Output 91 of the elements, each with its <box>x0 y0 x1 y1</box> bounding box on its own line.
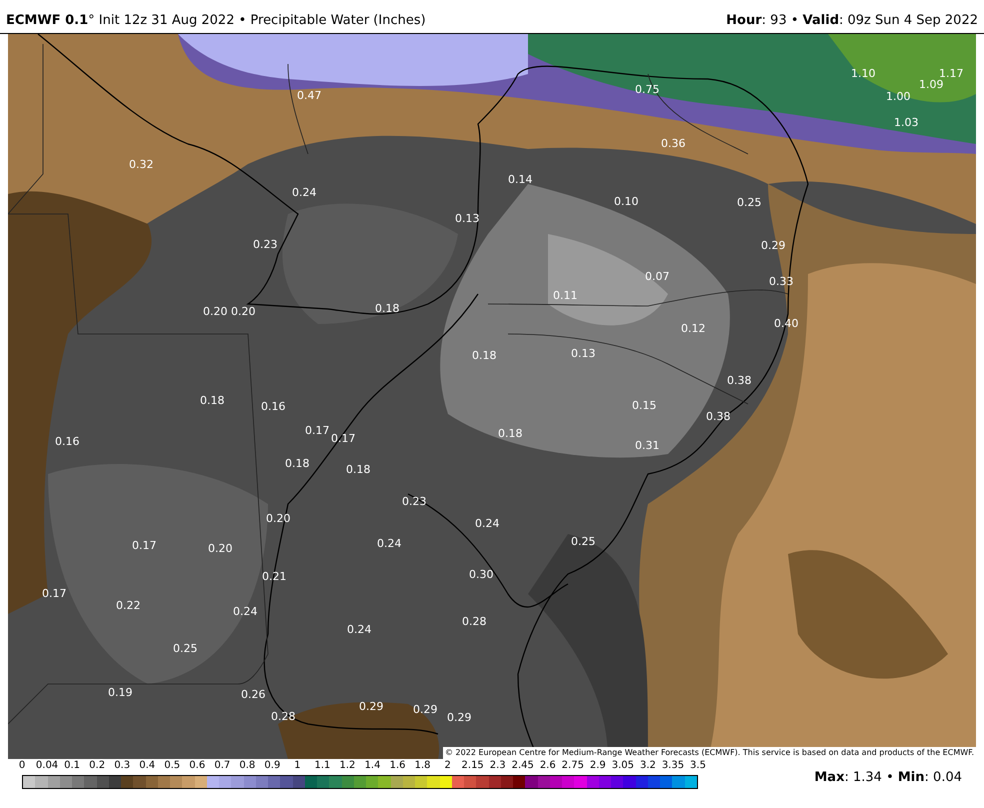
map-value-label: 0.15 <box>632 400 656 411</box>
map-value-label: 0.26 <box>241 689 266 700</box>
legend-tick-label: 2 <box>444 761 451 771</box>
legend-tick-label: 0 <box>18 761 26 771</box>
map-value-label: 0.13 <box>455 213 480 224</box>
map-value-label: 0.29 <box>413 704 438 715</box>
map-value-label: 0.23 <box>253 239 278 250</box>
map-value-label: 0.24 <box>377 538 402 549</box>
legend-tick-label: 3.2 <box>640 761 656 771</box>
map-value-label: 0.07 <box>645 271 670 282</box>
map-value-label: 0.75 <box>635 84 660 95</box>
map-value-label: 0.25 <box>737 197 762 208</box>
map-value-label: 0.24 <box>233 606 258 617</box>
map-value-label: 0.13 <box>571 348 596 359</box>
map-value-label: 1.09 <box>919 79 944 90</box>
legend-tick-label: 3.35 <box>662 761 684 771</box>
map-value-label: 1.03 <box>894 117 918 128</box>
map-value-label: 0.24 <box>475 518 500 529</box>
map-value-label: 0.17 <box>132 540 156 551</box>
legend-tick-label: 0.8 <box>239 761 256 771</box>
map-value-label: 0.20 <box>231 306 256 317</box>
legend-tick-label: 2.3 <box>490 761 506 771</box>
chart-title: ECMWF 0.1° Init 12z 31 Aug 2022 • Precipitable Water (Inches) <box>6 12 426 30</box>
map-value-label: 0.25 <box>571 536 596 547</box>
map-value-label: 0.16 <box>55 436 80 447</box>
legend-tick-label: 2.45 <box>512 761 534 771</box>
map-value-label: 0.20 <box>203 306 228 317</box>
map-value-label: 0.18 <box>200 395 224 406</box>
copyright-notice: © 2022 European Centre for Medium-Range Weather Forecasts (ECMWF). This service is based on data and products of the ECMWF. <box>443 747 976 759</box>
legend-tick-label: 1.4 <box>364 761 380 771</box>
legend-tick-label: 0.1 <box>64 761 80 771</box>
map-value-label: 0.14 <box>508 174 532 185</box>
legend-tick-label: 0.04 <box>36 761 58 771</box>
map-value-label: 0.18 <box>285 458 310 469</box>
map-value-label: 0.25 <box>173 643 198 654</box>
map-value-label: 0.38 <box>706 411 730 422</box>
map-value-label: 0.17 <box>331 433 356 444</box>
legend-tick-label: 1.1 <box>314 761 330 771</box>
map-value-label: 0.18 <box>472 350 496 361</box>
map-value-label: 0.16 <box>261 401 286 412</box>
map-value-label: 0.21 <box>262 571 286 582</box>
legend-tick-label: 0.6 <box>189 761 206 771</box>
map-value-label: 1.17 <box>939 68 964 79</box>
legend-tick-label: 1.6 <box>390 761 406 771</box>
map-value-label: 0.17 <box>305 425 330 436</box>
legend-tick-label: 0.4 <box>139 761 156 771</box>
map-value-label: 0.32 <box>129 159 154 170</box>
map-value-label: 0.20 <box>208 543 232 554</box>
map-value-label: 0.29 <box>761 240 786 251</box>
map-value-label: 0.29 <box>447 712 472 723</box>
legend-tick-label: 0.7 <box>214 761 230 771</box>
map-value-label: 0.33 <box>769 276 794 287</box>
map-value-label: 0.11 <box>553 290 578 301</box>
map-value-label: 1.00 <box>886 91 910 102</box>
max-min-values: Max: 1.34 • Min: 0.04 <box>814 768 962 786</box>
legend-tick-label: 1.2 <box>340 761 356 771</box>
map-value-label: 0.18 <box>375 303 400 314</box>
legend-tick-label: 2.75 <box>562 761 584 771</box>
map-value-label: 0.40 <box>774 318 798 329</box>
map-value-label: 0.36 <box>661 138 686 149</box>
legend-tick-label: 0.5 <box>164 761 180 771</box>
map-value-label: 0.28 <box>271 711 296 722</box>
legend-tick-label: 2.6 <box>540 761 556 771</box>
legend-tick-label: 2.9 <box>590 761 606 771</box>
map-value-label: 0.29 <box>359 701 384 712</box>
map-value-label: 0.19 <box>108 687 132 698</box>
map-value-label: 0.22 <box>116 600 140 611</box>
map-value-label: 0.23 <box>402 496 426 507</box>
legend-tick-label: 1 <box>294 761 301 771</box>
map-value-label: 0.38 <box>727 375 752 386</box>
map-value-label: 0.28 <box>462 616 486 627</box>
map-value-label: 0.30 <box>469 569 494 580</box>
map-value-label: 1.10 <box>851 68 876 79</box>
map-value-label: 0.10 <box>614 196 638 207</box>
legend-tick-label: 3.5 <box>690 761 706 771</box>
map-value-label: 0.47 <box>297 90 322 101</box>
legend-tick-label: 2.15 <box>462 761 484 771</box>
map-value-label: 0.20 <box>266 513 290 524</box>
map-value-label: 0.12 <box>681 323 706 334</box>
map-value-label: 0.18 <box>346 464 370 475</box>
map-value-label: 0.18 <box>498 428 522 439</box>
legend-tick-label: 0.2 <box>89 761 106 771</box>
legend-tick-label: 0.9 <box>264 761 280 771</box>
legend-tick-label: 1.8 <box>414 761 431 771</box>
map-value-label: 0.31 <box>635 440 660 451</box>
map-value-label: 0.17 <box>42 588 66 599</box>
map-value-label: 0.24 <box>347 624 372 635</box>
valid-time: Hour: 93 • Valid: 09z Sun 4 Sep 2022 <box>726 12 978 30</box>
map-value-label: 0.24 <box>292 187 316 198</box>
legend-tick-label: 3.05 <box>612 761 634 771</box>
legend-tick-label: 0.3 <box>114 761 130 771</box>
